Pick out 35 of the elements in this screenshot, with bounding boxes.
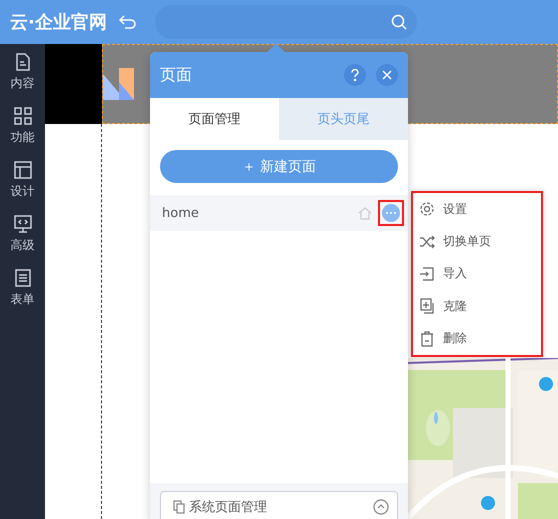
menu-item[interactable]: 导入	[443, 265, 467, 282]
search-icon[interactable]	[390, 14, 407, 30]
system-pages-field[interactable]: 系统页面管理	[160, 491, 398, 519]
menu-item[interactable]: 切换单页	[443, 233, 491, 250]
shuffle-icon	[419, 234, 435, 250]
list-icon	[12, 268, 32, 288]
chevron-icon[interactable]	[373, 499, 389, 515]
undo-icon[interactable]	[118, 14, 137, 30]
monitor-code-icon	[12, 214, 32, 234]
layout-icon	[12, 160, 32, 180]
more-button[interactable]	[382, 204, 400, 222]
trash-icon	[419, 330, 435, 347]
search-field[interactable]	[154, 5, 417, 39]
help-icon	[350, 69, 360, 81]
sidebar-item[interactable]: 表单	[10, 291, 34, 308]
copy-icon	[173, 500, 185, 514]
menu-item[interactable]: 删除	[443, 330, 467, 348]
sidebar-item[interactable]: 功能	[10, 129, 34, 146]
import-icon	[419, 266, 435, 282]
close-icon	[382, 70, 392, 80]
sidebar-item[interactable]: 高级	[10, 237, 34, 254]
page-row[interactable]: home	[150, 195, 408, 231]
close-button[interactable]	[376, 64, 398, 86]
menu-item[interactable]: 设置	[443, 200, 467, 218]
menu-item[interactable]: 克隆	[443, 298, 467, 315]
sidebar-item[interactable]: 内容	[10, 75, 34, 92]
sidebar-item[interactable]: 设计	[10, 183, 34, 200]
panel-title: 页面	[160, 64, 193, 86]
grid-icon	[12, 106, 32, 126]
site-logo: 云·企业官网	[10, 11, 107, 34]
logo-icon	[103, 68, 137, 100]
page-name: home	[162, 206, 200, 220]
help-button[interactable]	[344, 64, 366, 86]
clone-icon	[419, 298, 435, 314]
settings-icon	[419, 201, 435, 218]
